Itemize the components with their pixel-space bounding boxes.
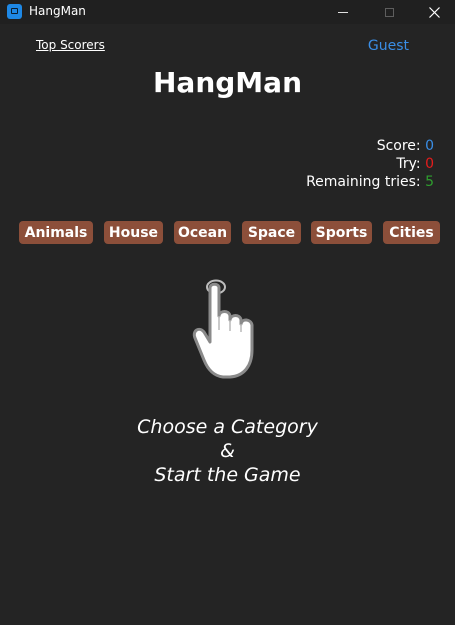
maximize-button[interactable]	[366, 0, 412, 24]
app-icon	[7, 4, 22, 19]
page-title: HangMan	[153, 66, 302, 99]
try-label: Try:	[396, 156, 421, 172]
prompt-line-3: Start the Game	[154, 464, 301, 486]
category-bar: Animals House Ocean Space Sports Cities	[0, 221, 455, 245]
score-label: Score:	[376, 138, 421, 154]
close-icon	[428, 6, 440, 18]
close-button[interactable]	[411, 0, 455, 24]
category-button-ocean[interactable]: Ocean	[174, 221, 231, 244]
start-prompt: Choose a Category & Start the Game	[0, 415, 455, 487]
category-button-space[interactable]: Space	[242, 221, 301, 244]
pointing-hand-icon	[192, 279, 254, 379]
maximize-icon	[384, 7, 394, 17]
window-titlebar: HangMan	[0, 0, 455, 24]
try-value: 0	[425, 156, 434, 172]
remaining-stat: Remaining tries: 5	[306, 173, 434, 191]
category-button-cities[interactable]: Cities	[383, 221, 440, 244]
user-guest-link[interactable]: Guest	[368, 38, 409, 54]
window-title: HangMan	[29, 4, 86, 18]
category-button-house[interactable]: House	[104, 221, 163, 244]
score-stat: Score: 0	[306, 137, 434, 155]
prompt-line-1: Choose a Category	[137, 416, 318, 438]
minimize-icon	[338, 11, 348, 13]
try-stat: Try: 0	[306, 155, 434, 173]
remaining-value: 5	[425, 174, 434, 190]
category-button-sports[interactable]: Sports	[311, 221, 372, 244]
category-button-animals[interactable]: Animals	[19, 221, 93, 244]
minimize-button[interactable]	[320, 0, 366, 24]
prompt-line-2: &	[220, 440, 235, 462]
top-scorers-link[interactable]: Top Scorers	[36, 38, 105, 52]
score-value: 0	[425, 138, 434, 154]
stats-panel: Score: 0 Try: 0 Remaining tries: 5	[306, 137, 434, 191]
remaining-label: Remaining tries:	[306, 174, 421, 190]
